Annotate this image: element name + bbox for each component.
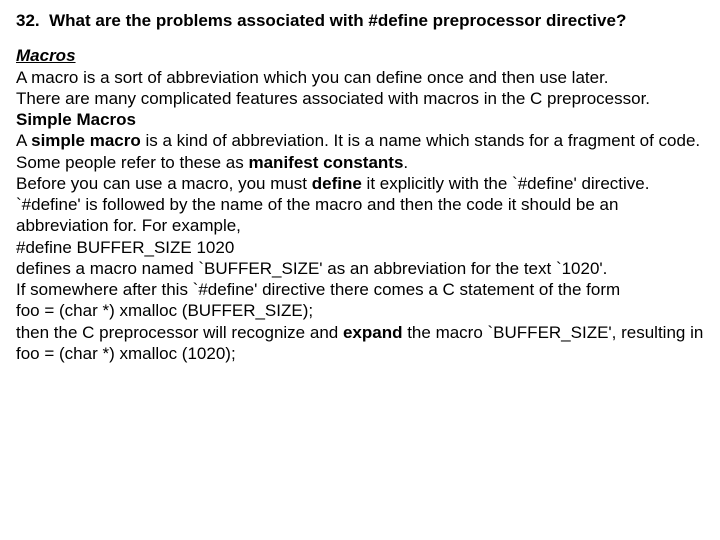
simple-macro-def: A simple macro is a kind of abbreviation…	[16, 130, 708, 173]
content-body: Macros A macro is a sort of abbreviation…	[16, 45, 708, 364]
explain-buffer-1: defines a macro named `BUFFER_SIZE' as a…	[16, 258, 708, 279]
question-text: What are the problems associated with #d…	[49, 11, 626, 30]
macros-intro-2: There are many complicated features asso…	[16, 88, 708, 109]
explain-buffer-2: If somewhere after this `#define' direct…	[16, 279, 708, 300]
code-foo-2: foo = (char *) xmalloc (1020);	[16, 343, 708, 364]
macros-intro-1: A macro is a sort of abbreviation which …	[16, 67, 708, 88]
term-define: define	[312, 174, 362, 193]
document-page: 32. What are the problems associated wit…	[0, 0, 720, 376]
text-fragment: then the C preprocessor will recognize a…	[16, 323, 343, 342]
expand-explain: then the C preprocessor will recognize a…	[16, 322, 708, 343]
simple-macros-heading: Simple Macros	[16, 109, 708, 130]
question-number: 32.	[16, 11, 40, 30]
text-fragment: A	[16, 131, 31, 150]
text-fragment: the macro `BUFFER_SIZE', resulting in	[402, 323, 703, 342]
term-simple-macro: simple macro	[31, 131, 141, 150]
macros-heading: Macros	[16, 45, 708, 66]
text-fragment: .	[403, 153, 408, 172]
code-foo-1: foo = (char *) xmalloc (BUFFER_SIZE);	[16, 300, 708, 321]
code-define-buffer: #define BUFFER_SIZE 1020	[16, 237, 708, 258]
term-expand: expand	[343, 323, 403, 342]
term-manifest-constants: manifest constants	[248, 153, 403, 172]
define-explain: Before you can use a macro, you must def…	[16, 173, 708, 237]
question-title: 32. What are the problems associated wit…	[16, 10, 708, 31]
text-fragment: Before you can use a macro, you must	[16, 174, 312, 193]
